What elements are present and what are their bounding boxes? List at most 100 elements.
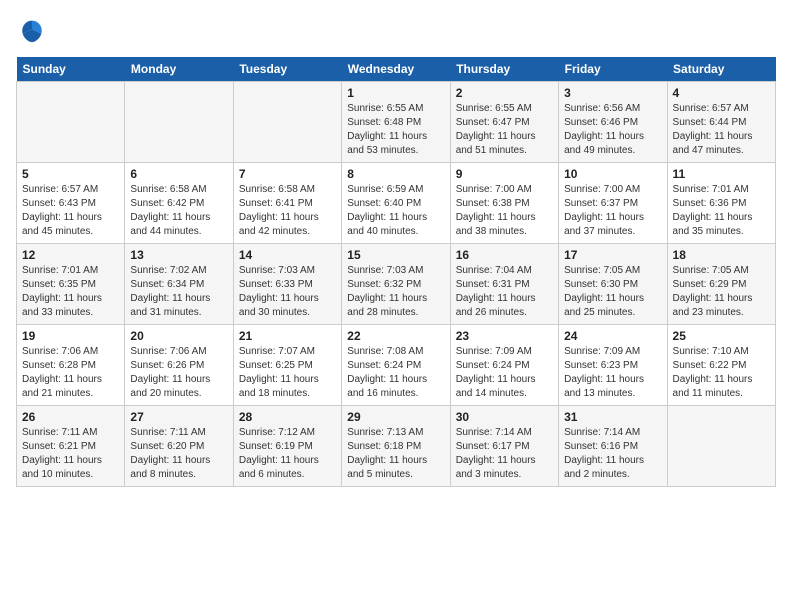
day-number: 23 (456, 329, 553, 343)
day-info: Sunrise: 7:13 AM Sunset: 6:18 PM Dayligh… (347, 426, 444, 482)
calendar-cell: 8 Sunrise: 6:59 AM Sunset: 6:40 PM Daylig… (342, 163, 450, 244)
calendar-cell: 9Sunrise: 7:00 AM Sunset: 6:38 PM Daylig… (450, 163, 558, 244)
day-header-wednesday: Wednesday (342, 57, 450, 82)
day-info: Sunrise: 6:56 AM Sunset: 6:46 PM Dayligh… (564, 102, 661, 158)
calendar-cell: 12 Sunrise: 7:01 AM Sunset: 6:35 PM Dayli… (17, 244, 125, 325)
calendar-week-row: 1 Sunrise: 6:55 AM Sunset: 6:48 PM Daylig… (17, 82, 776, 163)
calendar-cell: 17Sunrise: 7:05 AM Sunset: 6:30 PM Dayli… (559, 244, 667, 325)
day-number: 1 (347, 86, 444, 100)
day-info: Sunrise: 7:03 AM Sunset: 6:33 PM Dayligh… (239, 264, 336, 320)
day-header-monday: Monday (125, 57, 233, 82)
day-number: 7 (239, 167, 336, 181)
calendar-week-row: 12 Sunrise: 7:01 AM Sunset: 6:35 PM Dayli… (17, 244, 776, 325)
day-info: Sunrise: 7:09 AM Sunset: 6:23 PM Dayligh… (564, 345, 661, 401)
calendar-cell: 16 Sunrise: 7:04 AM Sunset: 6:31 PM Dayli… (450, 244, 558, 325)
day-number: 8 (347, 167, 444, 181)
logo (16, 16, 46, 49)
day-number: 31 (564, 410, 661, 424)
calendar-cell (233, 82, 341, 163)
day-info: Sunrise: 7:00 AM Sunset: 6:37 PM Dayligh… (564, 183, 661, 239)
calendar-cell: 7Sunrise: 6:58 AM Sunset: 6:41 PM Daylig… (233, 163, 341, 244)
day-info: Sunrise: 7:14 AM Sunset: 6:17 PM Dayligh… (456, 426, 553, 482)
calendar-cell: 15 Sunrise: 7:03 AM Sunset: 6:32 PM Dayli… (342, 244, 450, 325)
day-number: 4 (673, 86, 770, 100)
calendar-cell: 1 Sunrise: 6:55 AM Sunset: 6:48 PM Daylig… (342, 82, 450, 163)
calendar-cell (125, 82, 233, 163)
calendar-cell: 6Sunrise: 6:58 AM Sunset: 6:42 PM Daylig… (125, 163, 233, 244)
calendar-cell: 30 Sunrise: 7:14 AM Sunset: 6:17 PM Dayli… (450, 406, 558, 487)
day-number: 18 (673, 248, 770, 262)
calendar-header-row: SundayMondayTuesdayWednesdayThursdayFrid… (17, 57, 776, 82)
calendar-cell: 24 Sunrise: 7:09 AM Sunset: 6:23 PM Dayli… (559, 325, 667, 406)
day-header-tuesday: Tuesday (233, 57, 341, 82)
calendar-cell: 18 Sunrise: 7:05 AM Sunset: 6:29 PM Dayli… (667, 244, 775, 325)
calendar-week-row: 5 Sunrise: 6:57 AM Sunset: 6:43 PM Daylig… (17, 163, 776, 244)
calendar-cell: 26Sunrise: 7:11 AM Sunset: 6:21 PM Dayli… (17, 406, 125, 487)
day-number: 27 (130, 410, 227, 424)
day-info: Sunrise: 7:06 AM Sunset: 6:28 PM Dayligh… (22, 345, 119, 401)
day-number: 19 (22, 329, 119, 343)
day-info: Sunrise: 6:57 AM Sunset: 6:43 PM Dayligh… (22, 183, 119, 239)
day-number: 9 (456, 167, 553, 181)
day-number: 21 (239, 329, 336, 343)
day-number: 14 (239, 248, 336, 262)
calendar-cell: 14 Sunrise: 7:03 AM Sunset: 6:33 PM Dayli… (233, 244, 341, 325)
day-number: 15 (347, 248, 444, 262)
day-number: 3 (564, 86, 661, 100)
page-header (16, 16, 776, 49)
day-number: 6 (130, 167, 227, 181)
day-number: 11 (673, 167, 770, 181)
calendar-cell: 11 Sunrise: 7:01 AM Sunset: 6:36 PM Dayli… (667, 163, 775, 244)
day-number: 28 (239, 410, 336, 424)
calendar-cell: 10Sunrise: 7:00 AM Sunset: 6:37 PM Dayli… (559, 163, 667, 244)
day-number: 24 (564, 329, 661, 343)
calendar-cell: 23 Sunrise: 7:09 AM Sunset: 6:24 PM Dayli… (450, 325, 558, 406)
day-info: Sunrise: 7:01 AM Sunset: 6:35 PM Dayligh… (22, 264, 119, 320)
day-info: Sunrise: 6:55 AM Sunset: 6:47 PM Dayligh… (456, 102, 553, 158)
day-number: 30 (456, 410, 553, 424)
day-info: Sunrise: 7:09 AM Sunset: 6:24 PM Dayligh… (456, 345, 553, 401)
calendar-cell: 19 Sunrise: 7:06 AM Sunset: 6:28 PM Dayli… (17, 325, 125, 406)
day-info: Sunrise: 7:14 AM Sunset: 6:16 PM Dayligh… (564, 426, 661, 482)
day-header-saturday: Saturday (667, 57, 775, 82)
calendar-cell: 28 Sunrise: 7:12 AM Sunset: 6:19 PM Dayli… (233, 406, 341, 487)
day-info: Sunrise: 7:08 AM Sunset: 6:24 PM Dayligh… (347, 345, 444, 401)
calendar-cell: 20 Sunrise: 7:06 AM Sunset: 6:26 PM Dayli… (125, 325, 233, 406)
calendar-cell: 13 Sunrise: 7:02 AM Sunset: 6:34 PM Dayli… (125, 244, 233, 325)
day-info: Sunrise: 7:06 AM Sunset: 6:26 PM Dayligh… (130, 345, 227, 401)
calendar-week-row: 26Sunrise: 7:11 AM Sunset: 6:21 PM Dayli… (17, 406, 776, 487)
calendar-cell (17, 82, 125, 163)
logo-icon (18, 16, 46, 44)
day-number: 12 (22, 248, 119, 262)
day-info: Sunrise: 7:11 AM Sunset: 6:21 PM Dayligh… (22, 426, 119, 482)
day-number: 2 (456, 86, 553, 100)
day-number: 13 (130, 248, 227, 262)
day-header-thursday: Thursday (450, 57, 558, 82)
day-number: 25 (673, 329, 770, 343)
day-info: Sunrise: 7:07 AM Sunset: 6:25 PM Dayligh… (239, 345, 336, 401)
day-number: 16 (456, 248, 553, 262)
day-info: Sunrise: 7:11 AM Sunset: 6:20 PM Dayligh… (130, 426, 227, 482)
calendar-cell: 5 Sunrise: 6:57 AM Sunset: 6:43 PM Daylig… (17, 163, 125, 244)
day-number: 29 (347, 410, 444, 424)
calendar-week-row: 19 Sunrise: 7:06 AM Sunset: 6:28 PM Dayli… (17, 325, 776, 406)
calendar-cell: 21 Sunrise: 7:07 AM Sunset: 6:25 PM Dayli… (233, 325, 341, 406)
day-info: Sunrise: 7:01 AM Sunset: 6:36 PM Dayligh… (673, 183, 770, 239)
day-info: Sunrise: 7:03 AM Sunset: 6:32 PM Dayligh… (347, 264, 444, 320)
calendar-cell: 27 Sunrise: 7:11 AM Sunset: 6:20 PM Dayli… (125, 406, 233, 487)
day-info: Sunrise: 6:59 AM Sunset: 6:40 PM Dayligh… (347, 183, 444, 239)
day-info: Sunrise: 7:02 AM Sunset: 6:34 PM Dayligh… (130, 264, 227, 320)
day-info: Sunrise: 6:55 AM Sunset: 6:48 PM Dayligh… (347, 102, 444, 158)
day-number: 20 (130, 329, 227, 343)
calendar-cell: 22 Sunrise: 7:08 AM Sunset: 6:24 PM Dayli… (342, 325, 450, 406)
day-number: 22 (347, 329, 444, 343)
calendar-cell: 3 Sunrise: 6:56 AM Sunset: 6:46 PM Daylig… (559, 82, 667, 163)
day-number: 5 (22, 167, 119, 181)
calendar-table: SundayMondayTuesdayWednesdayThursdayFrid… (16, 57, 776, 487)
day-header-friday: Friday (559, 57, 667, 82)
calendar-cell: 31 Sunrise: 7:14 AM Sunset: 6:16 PM Dayli… (559, 406, 667, 487)
day-info: Sunrise: 7:04 AM Sunset: 6:31 PM Dayligh… (456, 264, 553, 320)
day-info: Sunrise: 7:12 AM Sunset: 6:19 PM Dayligh… (239, 426, 336, 482)
day-info: Sunrise: 7:05 AM Sunset: 6:29 PM Dayligh… (673, 264, 770, 320)
day-header-sunday: Sunday (17, 57, 125, 82)
